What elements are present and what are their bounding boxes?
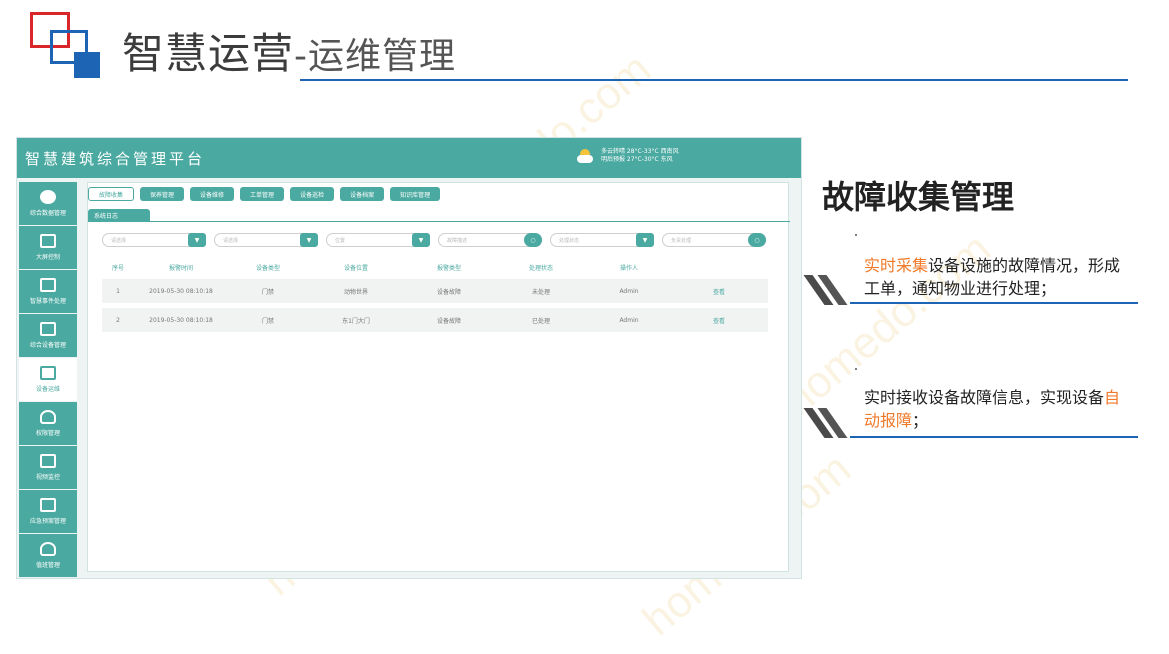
- sidebar-item-permissions[interactable]: 权限管理: [19, 402, 77, 445]
- weather-forecast: 明后预报 27°C-30°C 东风: [601, 156, 673, 163]
- checklist-icon: [40, 366, 56, 380]
- bullet-dot: [855, 234, 857, 236]
- camera-screen-icon: [40, 454, 56, 468]
- slash-decoration: [803, 408, 848, 438]
- bullet-2: 实时接收设备故障信息，实现设备自动报障；: [864, 388, 1121, 430]
- dropdown-icon[interactable]: ▼: [300, 233, 318, 247]
- tab-bar: 故障收集 保养管理 设备维修 工单管理 设备巡检 设备档案 知识库管理: [88, 187, 441, 201]
- app-window: 智慧建筑综合管理平台 多云转晴 28°C-33°C 西南风 明后预报 27°C-…: [16, 137, 802, 579]
- table-header: 序号 报警时间 设备类型 设备位置 报警类型 处理状态 操作人: [111, 265, 638, 272]
- bullet-underline: [850, 302, 1138, 304]
- tab-upkeep[interactable]: 保养管理: [140, 187, 185, 201]
- slide-title: 智慧运营-运维管理: [122, 29, 457, 78]
- search-icon[interactable]: ○: [524, 233, 542, 247]
- sidebar-item-devices[interactable]: 综合设备管理: [19, 314, 77, 357]
- sidebar-item-data[interactable]: 综合数据管理: [19, 182, 77, 225]
- table-row: 2 2019-05-30 08:10:18 门禁 东1门大门 设备故障 已处理 …: [102, 308, 768, 332]
- view-link[interactable]: 查看: [670, 316, 768, 325]
- view-link[interactable]: 查看: [670, 287, 768, 296]
- panel-title: 故障收集管理: [822, 178, 1015, 216]
- tab-inspection[interactable]: 设备巡检: [290, 187, 335, 201]
- filter-select-1[interactable]: 请选择 ▼: [102, 233, 206, 247]
- edit-plan-icon: [40, 498, 56, 512]
- sidebar-item-events[interactable]: 智慧事件处理: [19, 270, 77, 313]
- brand-logo: [30, 12, 102, 80]
- bullet-underline: [850, 436, 1138, 438]
- title-underline: [300, 79, 1128, 81]
- sidebar-item-emergency[interactable]: 应急预案管理: [19, 490, 77, 533]
- search-icon[interactable]: ○: [748, 233, 766, 247]
- tab-fault-collect[interactable]: 故障收集: [88, 187, 135, 201]
- divider: [88, 221, 790, 222]
- bullet-dot: [855, 368, 857, 370]
- tab-repair[interactable]: 设备维修: [190, 187, 235, 201]
- sidebar-item-screen[interactable]: 大屏控制: [19, 226, 77, 269]
- sidebar-item-maintenance[interactable]: 设备运维: [19, 358, 77, 401]
- dropdown-icon[interactable]: ▼: [188, 233, 206, 247]
- app-title: 智慧建筑综合管理平台: [25, 150, 206, 168]
- sidebar-item-video[interactable]: 视频监控: [19, 446, 77, 489]
- document-edit-icon: [40, 278, 56, 292]
- weather-widget: 多云转晴 28°C-33°C 西南风 明后预报 27°C-30°C 东风: [577, 148, 679, 164]
- filter-location[interactable]: 位置 ▼: [326, 233, 430, 247]
- sidebar: 综合数据管理 大屏控制 智慧事件处理 综合设备管理 设备运维 权限管理 视频监控…: [19, 182, 77, 578]
- dropdown-icon[interactable]: ▼: [636, 233, 654, 247]
- dropdown-icon[interactable]: ▼: [412, 233, 430, 247]
- pie-chart-icon: [40, 190, 56, 204]
- network-icon: [40, 322, 56, 336]
- main-content: 故障收集 保养管理 设备维修 工单管理 设备巡检 设备档案 知识库管理 系统日志…: [87, 182, 790, 572]
- filter-bar: 请选择 ▼ 请选择 ▼ 位置 ▼ 故障描述 ○ 处理状态 ▼ 负责处理 ○: [102, 233, 766, 247]
- bullet-1: 实时采集设备设施的故障情况，形成工单，通知物业进行处理；: [864, 256, 1121, 298]
- tab-knowledge[interactable]: 知识库管理: [390, 187, 441, 201]
- filter-status[interactable]: 处理状态 ▼: [550, 233, 654, 247]
- filter-search-fault[interactable]: 故障描述 ○: [438, 233, 542, 247]
- table-row: 1 2019-05-30 08:10:18 门禁 动物世界 设备故障 未处理 A…: [102, 279, 768, 303]
- user-clock-icon: [40, 542, 56, 556]
- weather-today: 多云转晴 28°C-33°C 西南风: [601, 148, 679, 155]
- weather-cloud-sun-icon: [577, 149, 595, 163]
- filter-select-2[interactable]: 请选择 ▼: [214, 233, 318, 247]
- monitor-icon: [40, 234, 56, 248]
- filter-search-handler[interactable]: 负责处理 ○: [662, 233, 766, 247]
- user-key-icon: [40, 410, 56, 424]
- tab-archive[interactable]: 设备档案: [340, 187, 385, 201]
- sidebar-item-duty[interactable]: 值班管理: [19, 534, 77, 577]
- slash-decoration: [803, 275, 848, 305]
- app-header: 智慧建筑综合管理平台 多云转晴 28°C-33°C 西南风 明后预报 27°C-…: [17, 138, 801, 178]
- tab-workorder[interactable]: 工单管理: [240, 187, 285, 201]
